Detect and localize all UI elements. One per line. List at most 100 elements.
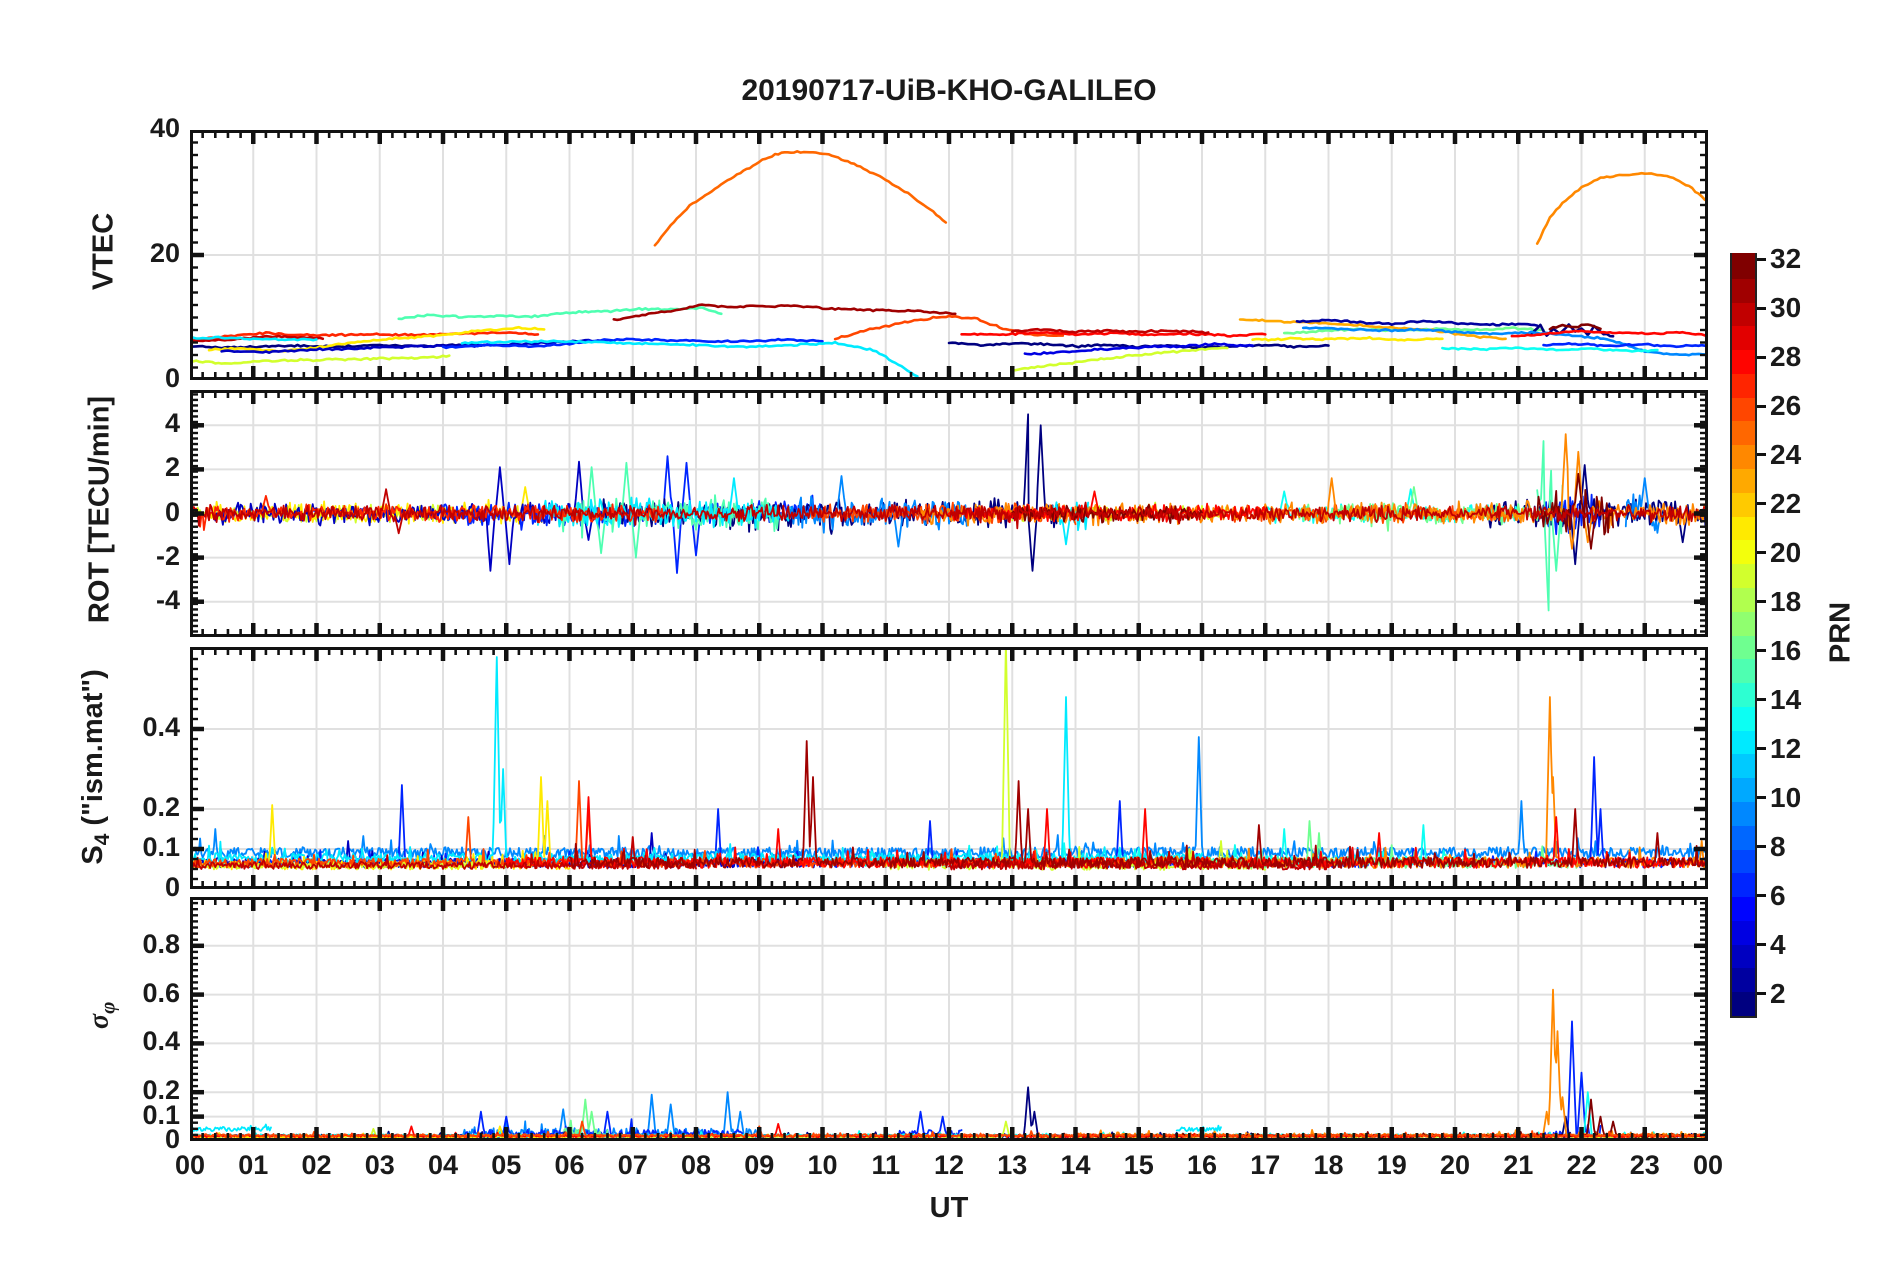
- colorbar-tick: [1757, 551, 1766, 555]
- y-tick-label: 0.2: [142, 792, 180, 822]
- x-tick-label: 21: [1503, 1150, 1534, 1180]
- colorbar-tick: [1757, 306, 1766, 310]
- x-tick-label: 02: [301, 1150, 332, 1180]
- colorbar-tick-label: 22: [1770, 487, 1802, 519]
- colorbar-block: [1732, 277, 1755, 303]
- panel-rot-plot: [190, 390, 1708, 637]
- colorbar-block: [1732, 681, 1755, 707]
- colorbar-block: [1732, 871, 1755, 898]
- colorbar-block: [1732, 396, 1755, 422]
- colorbar-block: [1732, 943, 1755, 969]
- x-tick-label: 01: [238, 1150, 269, 1180]
- x-tick-label: 11: [871, 1150, 901, 1180]
- colorbar-tick-label: 8: [1770, 830, 1786, 862]
- x-tick-label: 07: [617, 1150, 648, 1180]
- colorbar-block: [1732, 729, 1755, 755]
- y-tick-label: 4: [164, 408, 180, 439]
- y-tick-label: 40: [149, 113, 180, 143]
- colorbar-block: [1732, 610, 1755, 636]
- x-tick-label: 00: [1692, 1150, 1724, 1180]
- colorbar-block: [1732, 467, 1755, 493]
- colorbar-tick: [1757, 257, 1766, 261]
- y-tick-label: -2: [155, 540, 180, 571]
- colorbar-tick-label: 4: [1770, 928, 1786, 960]
- colorbar-tick: [1757, 649, 1766, 653]
- colorbar-tick: [1757, 698, 1766, 702]
- x-tick-label: 17: [1250, 1150, 1281, 1180]
- x-tick-label: 09: [744, 1150, 775, 1180]
- colorbar-tick-label: 32: [1770, 243, 1802, 275]
- x-tick-label: 14: [1060, 1150, 1091, 1180]
- y-tick-label: 0.8: [142, 928, 180, 959]
- x-tick-label: 16: [1186, 1150, 1218, 1180]
- colorbar-block: [1732, 538, 1755, 565]
- colorbar-tick-label: 18: [1770, 585, 1802, 617]
- y-tick-label: 0.2: [142, 1075, 180, 1106]
- colorbar-tick-label: 28: [1770, 341, 1802, 373]
- panel-s4-plot: [190, 647, 1708, 889]
- figure-title: 20190717-UiB-KHO-GALILEO: [741, 74, 1157, 107]
- colorbar-title: PRN: [1824, 601, 1857, 664]
- y-tick-label: 0: [164, 363, 180, 393]
- colorbar-block: [1732, 705, 1755, 731]
- colorbar-block: [1732, 515, 1755, 541]
- colorbar-block: [1732, 633, 1755, 660]
- colorbar-tick: [1757, 355, 1766, 359]
- x-tick-label: 03: [364, 1150, 395, 1180]
- colorbar-block: [1732, 895, 1755, 921]
- colorbar-block: [1732, 848, 1755, 874]
- y-tick-label: 0.1: [142, 1099, 180, 1130]
- x-tick-label: 13: [997, 1150, 1028, 1180]
- colorbar-block: [1732, 824, 1755, 850]
- colorbar-block: [1732, 491, 1755, 517]
- colorbar-block: [1732, 253, 1755, 279]
- panel-vtec-plot: [190, 130, 1708, 380]
- y-tick-label: 0: [164, 872, 180, 902]
- colorbar-block: [1732, 562, 1755, 588]
- colorbar-tick-label: 24: [1770, 438, 1802, 470]
- colorbar-block: [1732, 776, 1755, 802]
- colorbar-block: [1732, 657, 1755, 684]
- y-tick-label: 0.1: [142, 832, 180, 862]
- colorbar-tick: [1757, 600, 1766, 604]
- x-tick-label: 06: [554, 1150, 585, 1180]
- x-tick-label: 15: [1123, 1150, 1154, 1180]
- x-tick-label: 00: [174, 1150, 206, 1180]
- y-tick-label: 20: [149, 238, 180, 268]
- prn-colorbar: [1730, 253, 1757, 1018]
- y-tick-label: 0.4: [142, 1026, 180, 1057]
- colorbar-tick-label: 10: [1770, 781, 1802, 813]
- colorbar-block: [1732, 301, 1755, 327]
- x-tick-label: 12: [933, 1150, 965, 1180]
- colorbar-tick: [1757, 404, 1766, 408]
- colorbar-tick: [1757, 845, 1766, 849]
- colorbar-tick-label: 16: [1770, 634, 1802, 666]
- colorbar-tick: [1757, 894, 1766, 898]
- colorbar-block: [1732, 372, 1755, 398]
- y-tick-label: 0: [164, 1124, 180, 1154]
- colorbar-block: [1732, 443, 1755, 470]
- colorbar-block: [1732, 966, 1755, 993]
- colorbar-tick: [1757, 453, 1766, 457]
- x-axis-label: UT: [929, 1192, 969, 1224]
- colorbar-tick: [1757, 943, 1766, 947]
- colorbar-tick: [1757, 992, 1766, 996]
- colorbar-block: [1732, 324, 1755, 351]
- colorbar-tick-label: 12: [1770, 732, 1802, 764]
- colorbar-tick: [1757, 747, 1766, 751]
- panel-sigmaphi-plot: [190, 897, 1708, 1141]
- colorbar-tick-label: 14: [1770, 683, 1802, 715]
- colorbar-tick-label: 26: [1770, 390, 1802, 421]
- x-tick-label: 23: [1629, 1150, 1660, 1180]
- colorbar-tick-label: 20: [1770, 536, 1802, 568]
- x-tick-label: 05: [491, 1150, 522, 1180]
- colorbar-tick-label: 2: [1770, 977, 1786, 1009]
- y-tick-label: 2: [164, 452, 180, 483]
- y-tick-label: 0: [164, 496, 180, 527]
- x-tick-label: 22: [1566, 1150, 1597, 1180]
- y-tick-label: -4: [155, 584, 180, 615]
- colorbar-tick: [1757, 502, 1766, 506]
- colorbar-tick-label: 6: [1770, 879, 1786, 911]
- colorbar-tick: [1757, 796, 1766, 800]
- colorbar-block: [1732, 800, 1755, 826]
